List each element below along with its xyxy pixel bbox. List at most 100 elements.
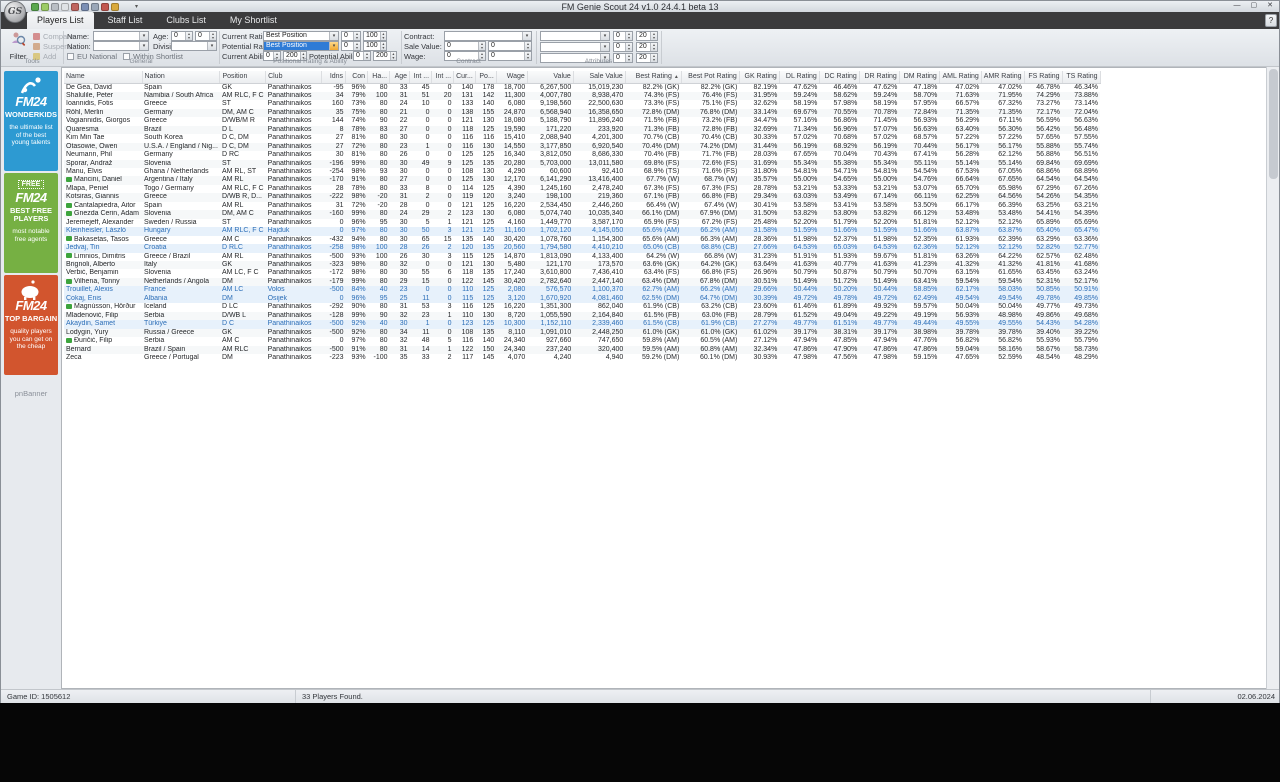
scrollbar-thumb[interactable]: [1269, 69, 1278, 179]
current-rating-combobox[interactable]: Best Position ▾: [263, 31, 339, 41]
nation-combobox[interactable]: ▾: [93, 41, 149, 51]
table-row[interactable]: Bernard Brazil / Spain AM RLC Panathinaikos…: [64, 345, 1101, 354]
potential-rating-to-spinner[interactable]: 100 ▴ ▾: [363, 41, 387, 51]
table-row[interactable]: De Gea, David Spain GK Panathinaikos -95 96% 8…: [64, 83, 1100, 92]
column-header-gk-rating[interactable]: GK Rating: [739, 71, 780, 84]
column-header-dc-rating[interactable]: DC Rating: [819, 71, 860, 84]
cell: 117: [462, 354, 474, 361]
cell: 67.32%: [998, 100, 1023, 108]
attribute-from-spinner-2[interactable]: 0 ▴ ▾: [613, 42, 633, 52]
column-header-best-pot-rating[interactable]: Best Pot Rating: [681, 71, 740, 84]
table-row[interactable]: Manu, Elvis Ghana / Netherlands AM RL, ST P…: [64, 168, 1100, 176]
sale-value-from-spinner[interactable]: 0 ▴ ▾: [444, 41, 486, 51]
tab-my-shortlist[interactable]: My Shortlist: [220, 12, 287, 29]
table-row[interactable]: Quaresma Brazil D L Panathinaikos 8 78% 83 27 0 0…: [64, 125, 1101, 135]
table-row[interactable]: Çokaj, Enis Albania DM Osijek 0 96% 95 25 11 0 115…: [64, 294, 1101, 304]
division-combobox[interactable]: ▾: [171, 41, 217, 51]
column-header-ts-rating[interactable]: TS Rating: [1062, 71, 1101, 84]
column-header-nation[interactable]: Nation: [142, 71, 221, 84]
column-header-po[interactable]: Po...: [475, 71, 497, 84]
table-row[interactable]: Kim Min Tae South Korea D C, DM Panathinaik…: [64, 134, 1100, 142]
banner-top-bargain[interactable]: FM24 TOP BARGAIN quality players you can…: [4, 275, 58, 375]
table-row[interactable]: Lodygin, Yury Russia / Greece GK Panathinai…: [64, 328, 1101, 338]
table-row[interactable]: Shalulile, Peter Namibia / South Africa AM…: [64, 91, 1101, 101]
attribute-select-1[interactable]: ▾: [540, 31, 610, 41]
tab-staff-list[interactable]: Staff List: [98, 12, 153, 29]
table-row[interactable]: Cantalapiedra, Aitor Spain AM RL Panathinai…: [64, 202, 1100, 210]
attribute-to-spinner-1[interactable]: 20 ▴ ▾: [636, 31, 658, 41]
column-header-cur[interactable]: Cur...: [453, 71, 476, 84]
cell: 63.36%: [1074, 235, 1099, 243]
cell: 125: [482, 151, 495, 159]
column-header-int[interactable]: Int ...: [431, 71, 455, 84]
banner-best-free-players[interactable]: FREE FM24 BEST FREE PLAYERS most notable…: [4, 173, 58, 273]
filter-button[interactable]: Filter: [5, 31, 31, 61]
column-header-dm-rating[interactable]: DM Rating: [899, 71, 940, 84]
table-row[interactable]: Brignoli, Alberto Italy GK Panathinaikos -32…: [64, 261, 1101, 270]
table-row[interactable]: Mladenović, Filip Serbia D/WB L Panathinaik…: [64, 311, 1101, 321]
column-header-club[interactable]: Club: [265, 71, 323, 84]
vertical-scrollbar[interactable]: [1266, 67, 1279, 689]
close-button[interactable]: ✕: [1267, 1, 1273, 11]
contract-combobox[interactable]: ▾: [444, 31, 532, 41]
column-header-value[interactable]: Value: [527, 71, 574, 84]
column-header-amr-rating[interactable]: AMR Rating: [981, 71, 1025, 84]
table-row[interactable]: Đuričić, Filip Serbia AM C Panathinaikos 0 97…: [64, 337, 1100, 345]
column-header-dr-rating[interactable]: DR Rating: [859, 71, 900, 84]
cell: 49.77%: [1036, 303, 1061, 311]
table-row[interactable]: Jedvaj, Tin Croatia D RLC Panathinaikos -258…: [64, 244, 1101, 253]
table-row[interactable]: Magnússon, Hörður Iceland D LC Panathinaiko…: [64, 303, 1100, 311]
maximize-button[interactable]: ▢: [1251, 1, 1258, 11]
current-rating-from-spinner[interactable]: 0 ▴ ▾: [341, 31, 361, 41]
table-row[interactable]: Mancini, Daniel Argentina / Italy AM RL Pan…: [64, 176, 1101, 185]
column-header-best-rating[interactable]: Best Rating ▲: [625, 71, 682, 84]
help-button[interactable]: ?: [1265, 14, 1277, 27]
attribute-from-spinner-1[interactable]: 0 ▴ ▾: [613, 31, 633, 41]
age-from-spinner[interactable]: 0 ▴ ▾: [171, 31, 193, 41]
cell: 65.40%: [1036, 227, 1061, 235]
table-row[interactable]: Limnios, Dimitris Greece / Brazil AM RL Pan…: [64, 253, 1100, 261]
banner-wonderkids[interactable]: FM24 WONDERKIDS the ultimate list of the…: [4, 71, 58, 171]
column-header-idns[interactable]: Idns: [321, 71, 347, 84]
table-row[interactable]: Verbić, Benjamin Slovenia AM LC, F C Panath…: [64, 269, 1100, 277]
table-row[interactable]: Bakasetas, Tasos Greece AM C Panathinaikos -…: [64, 236, 1100, 244]
column-header-age[interactable]: Age: [389, 71, 411, 84]
age-to-spinner[interactable]: 0 ▴ ▾: [195, 31, 217, 41]
sale-value-to-spinner[interactable]: 0 ▴ ▾: [488, 41, 532, 51]
table-row[interactable]: Kleinheisler, László Hungary AM RLC, F C Ha…: [64, 227, 1101, 236]
app-logo-icon[interactable]: GS: [4, 1, 26, 23]
potential-rating-from-spinner[interactable]: 0 ▴ ▾: [341, 41, 361, 51]
table-row[interactable]: Jeremejeff, Alexander Sweden / Russia ST Pa…: [64, 219, 1100, 227]
tab-clubs-list[interactable]: Clubs List: [156, 12, 216, 29]
table-row[interactable]: Otasowie, Owen U.S.A. / England / Nig... D…: [64, 142, 1101, 152]
table-row[interactable]: Ioannidis, Fotis Greece ST Panathinaikos 160…: [64, 100, 1100, 108]
column-header-wage[interactable]: Wage: [496, 71, 528, 84]
column-header-aml-rating[interactable]: AML Rating: [939, 71, 982, 84]
table-row[interactable]: Vilhena, Tonny Netherlands / Angola DM Pana…: [64, 277, 1101, 287]
column-header-dl-rating[interactable]: DL Rating: [779, 71, 820, 84]
table-row[interactable]: Mlapa, Peniel Togo / Germany AM RLC, F C Pa…: [64, 185, 1100, 193]
table-row[interactable]: Kotsiras, Giannis Greece D/WB R, D... Panat…: [64, 193, 1101, 202]
attribute-select-2[interactable]: ▾: [540, 42, 610, 52]
minimize-button[interactable]: —: [1234, 1, 1241, 11]
column-header-sale-value[interactable]: Sale Value: [573, 71, 626, 84]
table-row[interactable]: Trouillet, Alexis France AM LC Volos -500 84%…: [64, 286, 1101, 295]
attribute-to-spinner-2[interactable]: 20 ▴ ▾: [636, 42, 658, 52]
column-header-name[interactable]: Name: [64, 71, 143, 84]
tab-players-list[interactable]: Players List: [27, 12, 94, 29]
table-row[interactable]: Neumann, Phil Germany D RC Panathinaikos 30 8…: [64, 151, 1100, 159]
column-header-int[interactable]: Int ...: [409, 71, 433, 84]
table-row[interactable]: Gnezda Čerin, Adam Slovenia DM, AM C Panath…: [64, 210, 1101, 219]
name-combobox[interactable]: ▾: [93, 31, 149, 41]
table-row[interactable]: Vagiannidis, Giorgos Greece D/WB/M R Panath…: [64, 117, 1100, 125]
column-header-con[interactable]: Con: [345, 71, 369, 84]
table-row[interactable]: Akaydin, Samet Türkiye D C Panathinaikos -50…: [64, 320, 1101, 329]
table-row[interactable]: Šporar, Andraž Slovenia ST Panathinaikos -19…: [64, 159, 1101, 169]
table-row[interactable]: Zeca Greece / Portugal DM Panathinaikos -223…: [64, 354, 1100, 362]
current-rating-to-spinner[interactable]: 100 ▴ ▾: [363, 31, 387, 41]
table-row[interactable]: Röhl, Merlin Germany DM, AM C Panathinaikos…: [64, 108, 1101, 118]
column-header-ha[interactable]: Ha...: [367, 71, 391, 84]
column-header-position[interactable]: Position: [219, 71, 267, 84]
potential-rating-combobox[interactable]: Best Position ▾: [263, 41, 339, 51]
column-header-fs-rating[interactable]: FS Rating: [1024, 71, 1063, 84]
